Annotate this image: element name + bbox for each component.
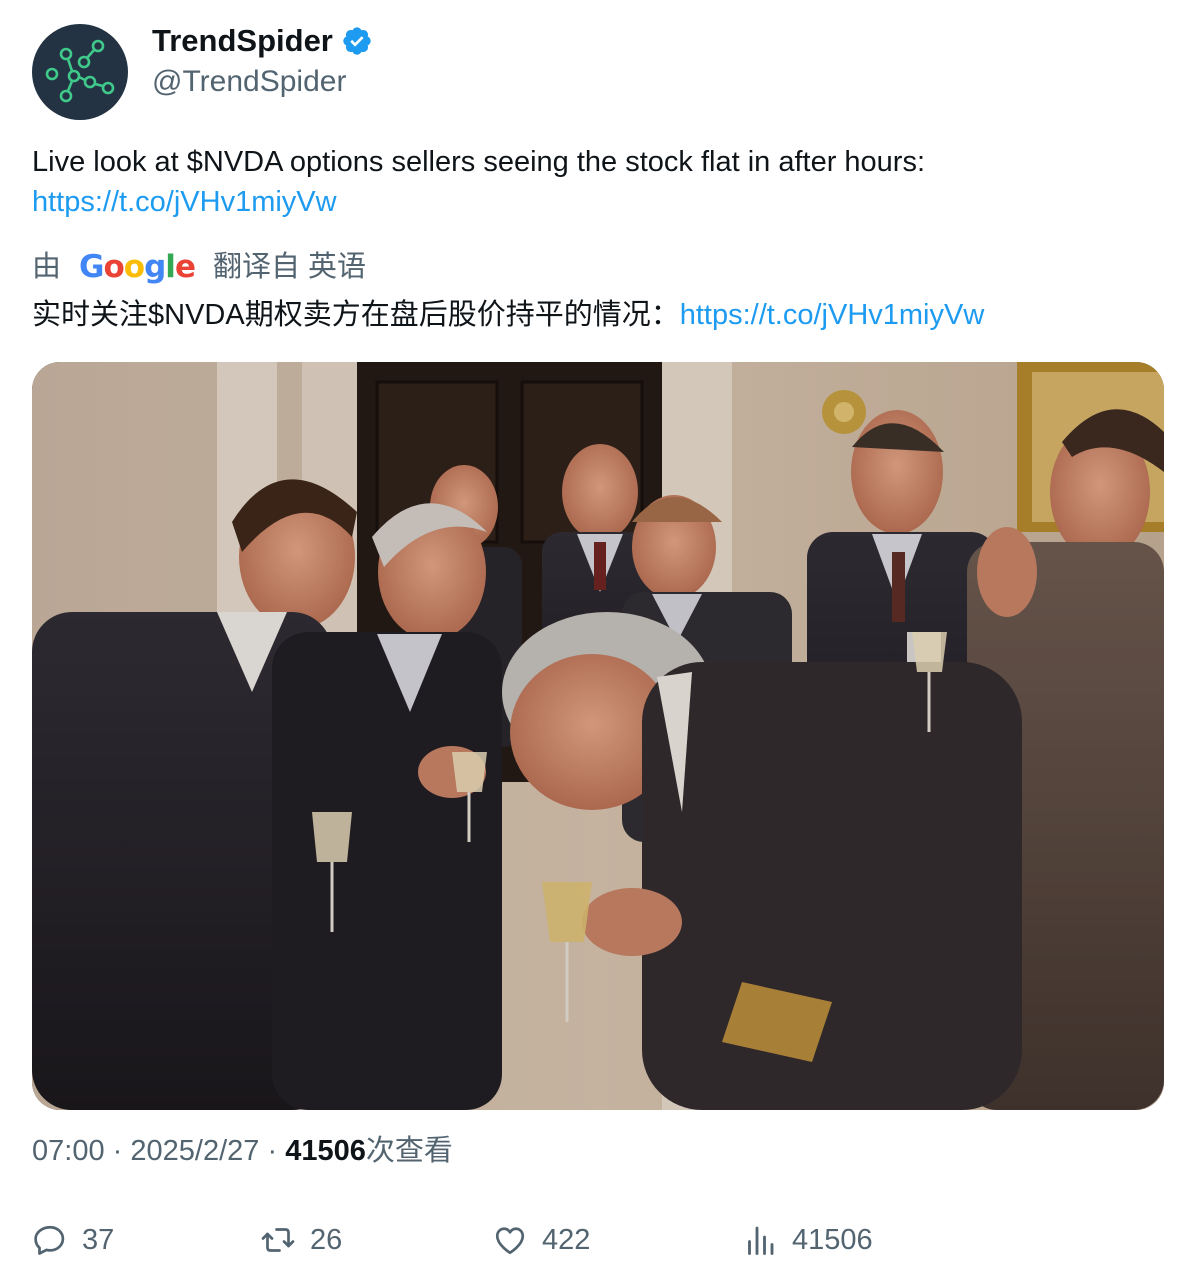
tweet-photo[interactable] — [32, 362, 1164, 1110]
translated-text: 实时关注$NVDA期权卖方在盘后股价持平的情况：https://t.co/jVH… — [32, 294, 1172, 336]
translation-attribution: 由 Google 翻译自 英语 — [32, 246, 366, 288]
views-action-count: 41506 — [792, 1223, 873, 1256]
like-count: 422 — [542, 1223, 591, 1256]
google-logo-icon: Google — [79, 249, 196, 285]
tweet-time[interactable]: 07:00 — [32, 1135, 105, 1167]
retweet-button[interactable]: 26 — [260, 1216, 342, 1264]
meta-separator: · — [112, 1135, 123, 1167]
tweet-link[interactable]: https://t.co/jVHv1miyVw — [32, 186, 337, 218]
translated-link[interactable]: https://t.co/jVHv1miyVw — [680, 299, 985, 331]
views-label: 次查看 — [365, 1135, 453, 1167]
tweet-body: Live look at $NVDA options sellers seein… — [32, 146, 926, 178]
translation-prefix: 由 — [32, 251, 62, 283]
author-name[interactable]: TrendSpider — [152, 22, 333, 60]
action-bar: 37 26 422 41506 — [32, 1216, 1162, 1264]
reply-button[interactable]: 37 — [32, 1216, 114, 1264]
trendspider-logo-icon — [45, 39, 115, 103]
tweet-text: Live look at $NVDA options sellers seein… — [32, 142, 1162, 222]
views-count: 41506 — [285, 1135, 366, 1167]
author-name-row[interactable]: TrendSpider — [152, 22, 373, 60]
translated-body: 实时关注$NVDA期权卖方在盘后股价持平的情况： — [32, 299, 680, 331]
translation-suffix: 翻译自 英语 — [212, 251, 367, 283]
analytics-icon — [748, 1226, 774, 1255]
retweet-icon — [261, 1228, 295, 1252]
heart-icon — [495, 1227, 525, 1255]
avatar[interactable] — [32, 24, 128, 120]
tweet-meta: 07:00 · 2025/2/27 · 41506次查看 — [32, 1130, 453, 1172]
reply-icon — [34, 1225, 65, 1255]
reply-count: 37 — [82, 1223, 115, 1256]
verified-badge-icon[interactable] — [341, 25, 373, 57]
retweet-count: 26 — [310, 1223, 343, 1256]
meta-separator: · — [267, 1135, 278, 1167]
author-handle[interactable]: @TrendSpider — [152, 63, 346, 101]
views-button[interactable]: 41506 — [742, 1216, 873, 1264]
like-button[interactable]: 422 — [492, 1216, 590, 1264]
tweet-date[interactable]: 2025/2/27 — [130, 1135, 259, 1167]
